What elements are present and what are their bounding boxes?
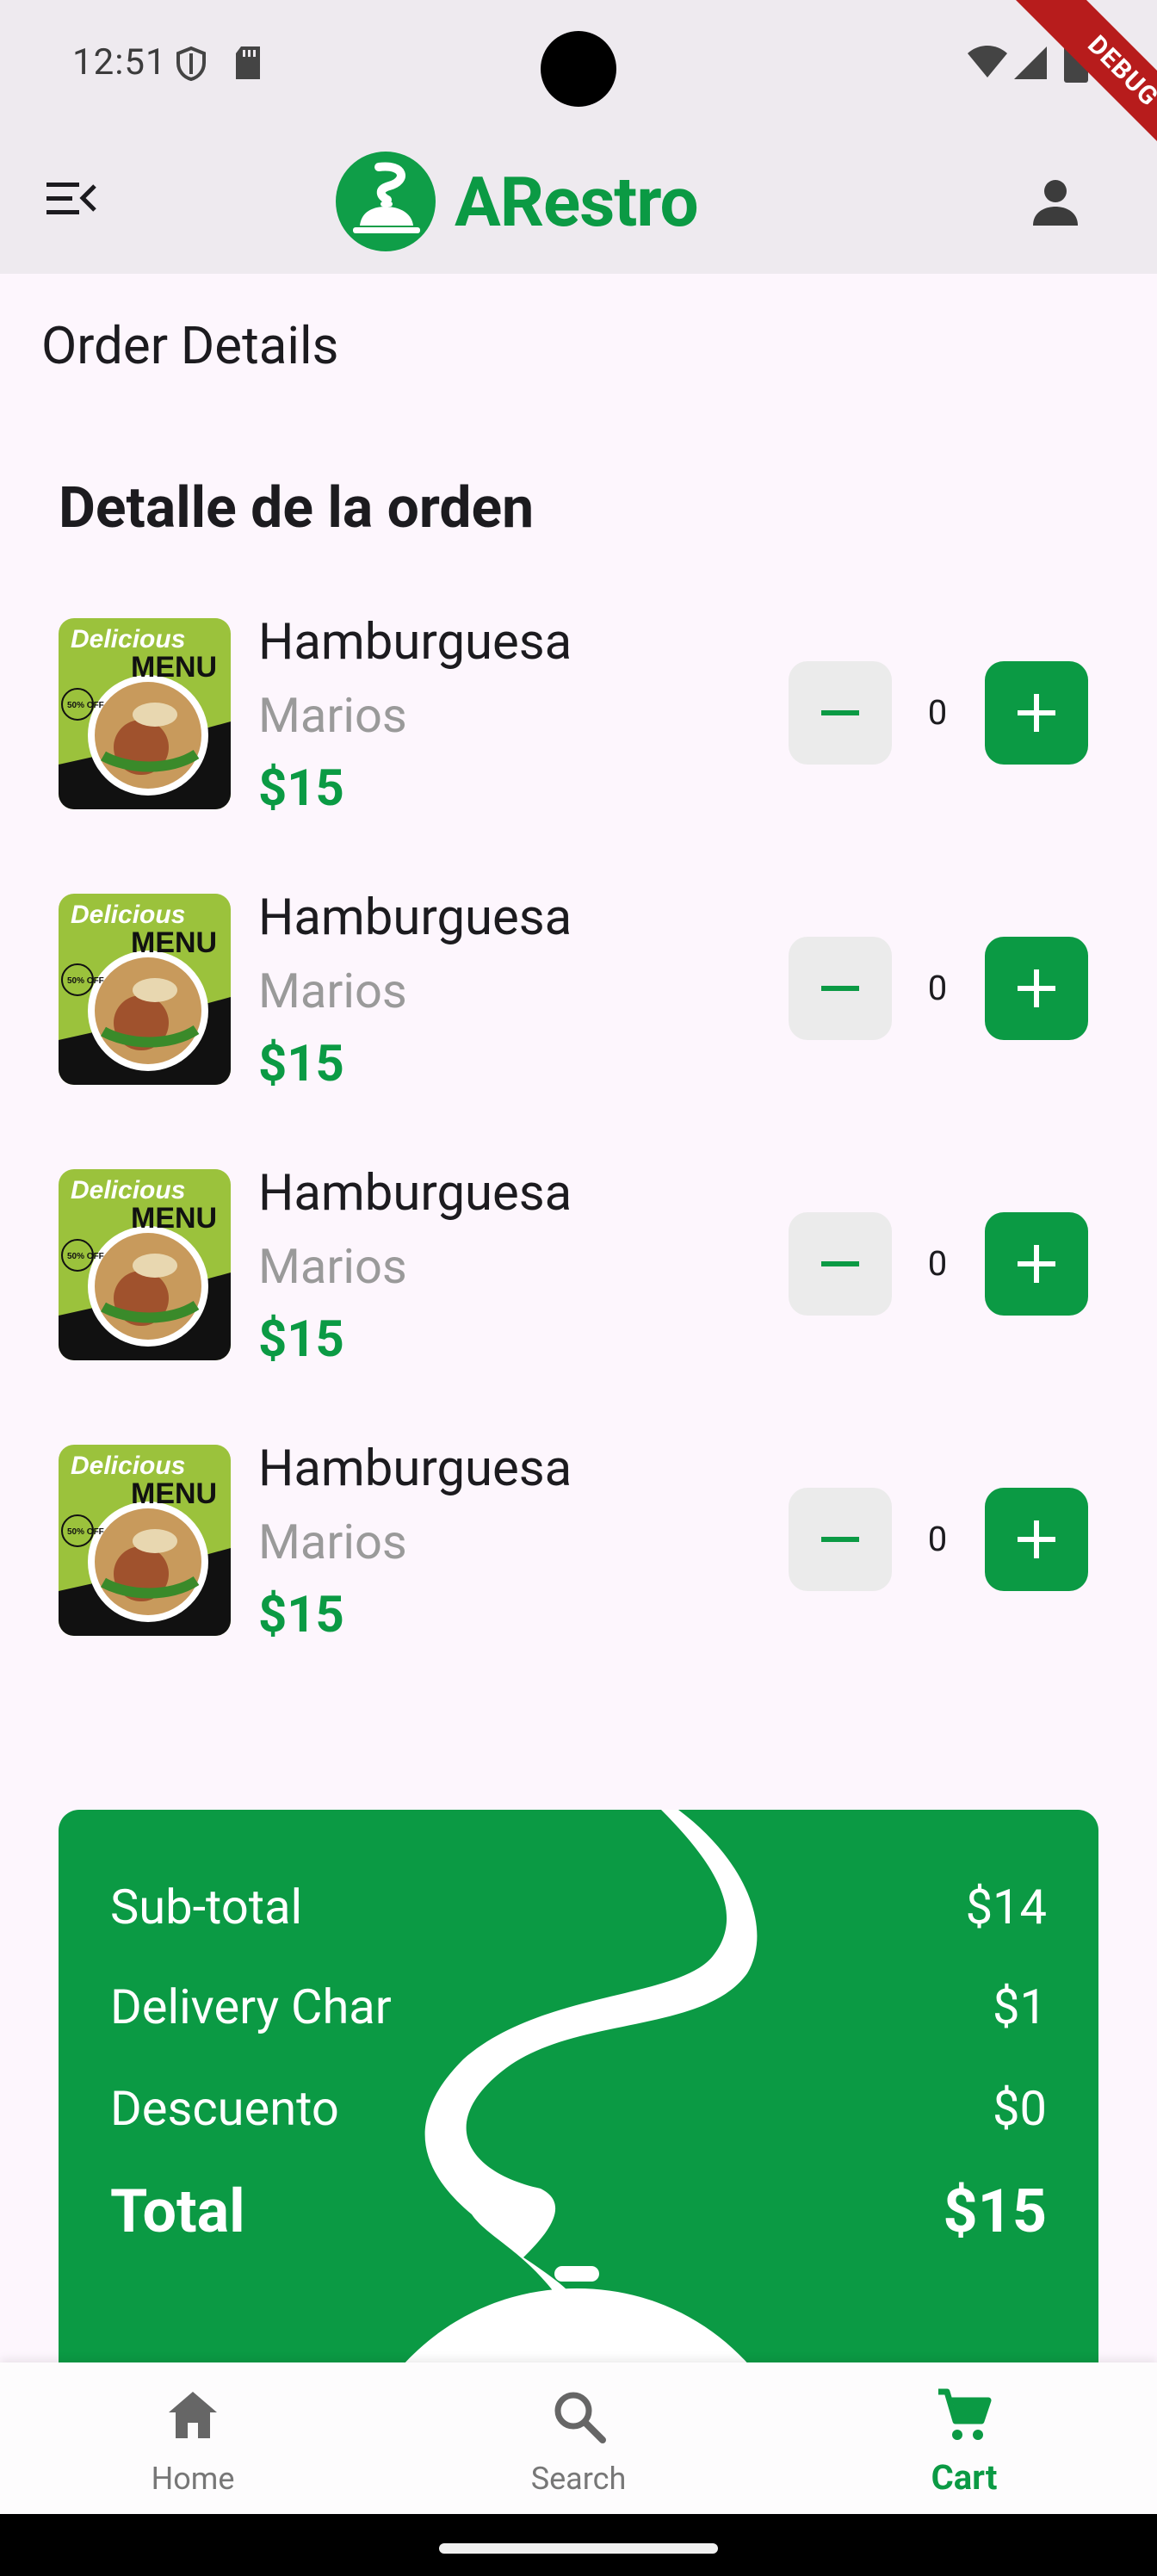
minus-icon	[821, 1261, 859, 1266]
nav-home[interactable]: Home	[0, 2362, 386, 2514]
item-price: $15	[258, 1310, 344, 1369]
total-label: Total	[110, 2177, 245, 2247]
item-name: Hamburguesa	[258, 1164, 572, 1223]
order-item: Delicious MENU 50% OFF Hamburguesa Marios …	[0, 1164, 1157, 1371]
item-name: Hamburguesa	[258, 889, 572, 947]
item-price: $15	[258, 1035, 344, 1093]
minus-icon	[821, 1537, 859, 1542]
food-image: Delicious MENU 50% OFF	[59, 618, 231, 809]
plus-icon	[1018, 694, 1055, 732]
item-restaurant: Marios	[258, 687, 407, 744]
food-image: Delicious MENU 50% OFF	[59, 1445, 231, 1636]
menu-open-icon[interactable]	[46, 181, 96, 220]
image-badge: 50% OFF	[67, 1252, 104, 1261]
subtotal-value: $14	[965, 1879, 1047, 1935]
order-item: Delicious MENU 50% OFF Hamburguesa Marios …	[0, 1440, 1157, 1646]
image-text-top: Delicious	[71, 625, 185, 653]
nav-search-label: Search	[530, 2461, 627, 2497]
item-restaurant: Marios	[258, 1514, 407, 1570]
nav-cart[interactable]: Cart	[771, 2362, 1157, 2514]
minus-icon	[821, 710, 859, 715]
sd-card-icon	[234, 46, 262, 83]
image-badge: 50% OFF	[67, 701, 104, 710]
page-title: Order Details	[41, 315, 339, 376]
signal-icon	[1012, 45, 1049, 84]
item-price: $15	[258, 759, 344, 818]
food-image: Delicious MENU 50% OFF	[59, 1169, 231, 1360]
plus-icon	[1018, 969, 1055, 1007]
minus-icon	[821, 986, 859, 991]
plus-icon	[1018, 1520, 1055, 1558]
image-text-top: Delicious	[71, 1452, 185, 1480]
decrease-quantity-button[interactable]	[789, 661, 892, 765]
increase-quantity-button[interactable]	[985, 937, 1088, 1040]
nav-cart-label: Cart	[931, 2457, 998, 2498]
discount-label: Descuento	[110, 2080, 339, 2137]
status-time: 12:51	[72, 41, 167, 84]
search-icon	[554, 2392, 606, 2443]
section-title: Detalle de la orden	[59, 475, 535, 542]
subtotal-label: Sub-total	[110, 1879, 303, 1935]
decrease-quantity-button[interactable]	[789, 937, 892, 1040]
image-text-top: Delicious	[71, 1176, 185, 1204]
increase-quantity-button[interactable]	[985, 661, 1088, 765]
item-name: Hamburguesa	[258, 1440, 572, 1498]
cart-icon	[938, 2388, 992, 2440]
logo-cloche-icon	[336, 152, 436, 251]
image-text-bottom: MENU	[131, 651, 217, 684]
top-app-area: 12:51 DEBUG ARestro	[0, 0, 1157, 274]
item-quantity: 0	[927, 1519, 948, 1559]
decrease-quantity-button[interactable]	[789, 1212, 892, 1316]
decrease-quantity-button[interactable]	[789, 1488, 892, 1591]
item-price: $15	[258, 1586, 344, 1644]
plus-icon	[1018, 1245, 1055, 1283]
order-item: Delicious MENU 50% OFF Hamburguesa Marios …	[0, 889, 1157, 1095]
logo-text: ARestro	[455, 162, 699, 243]
image-text-top: Delicious	[71, 901, 185, 929]
discount-value: $0	[993, 2080, 1047, 2137]
increase-quantity-button[interactable]	[985, 1488, 1088, 1591]
gesture-handle[interactable]	[439, 2543, 718, 2554]
home-icon	[169, 2392, 217, 2438]
image-badge: 50% OFF	[67, 976, 104, 986]
camera-cutout	[541, 31, 616, 107]
increase-quantity-button[interactable]	[985, 1212, 1088, 1316]
item-quantity: 0	[927, 968, 948, 1008]
delivery-charge-value: $1	[993, 1978, 1047, 2035]
image-text-bottom: MENU	[131, 1477, 217, 1510]
item-quantity: 0	[927, 1243, 948, 1284]
total-value: $15	[943, 2177, 1047, 2247]
app-logo: ARestro	[334, 148, 730, 253]
item-quantity: 0	[927, 692, 948, 733]
person-icon[interactable]	[1030, 177, 1081, 232]
item-restaurant: Marios	[258, 1238, 407, 1295]
image-text-bottom: MENU	[131, 926, 217, 959]
delivery-charge-label: Delivery Char	[110, 1978, 392, 2035]
item-restaurant: Marios	[258, 963, 407, 1019]
nav-search[interactable]: Search	[386, 2362, 771, 2514]
item-name: Hamburguesa	[258, 613, 572, 672]
shield-icon	[176, 46, 207, 84]
bottom-navigation: Home Search Cart	[0, 2362, 1157, 2514]
nav-home-label: Home	[151, 2461, 235, 2497]
image-text-bottom: MENU	[131, 1202, 217, 1235]
order-item: Delicious MENU 50% OFF Hamburguesa Marios …	[0, 613, 1157, 820]
food-image: Delicious MENU 50% OFF	[59, 894, 231, 1085]
debug-banner: DEBUG	[1001, 0, 1157, 193]
system-gesture-bar	[0, 2514, 1157, 2576]
wifi-icon	[966, 45, 1009, 83]
image-badge: 50% OFF	[67, 1527, 104, 1537]
